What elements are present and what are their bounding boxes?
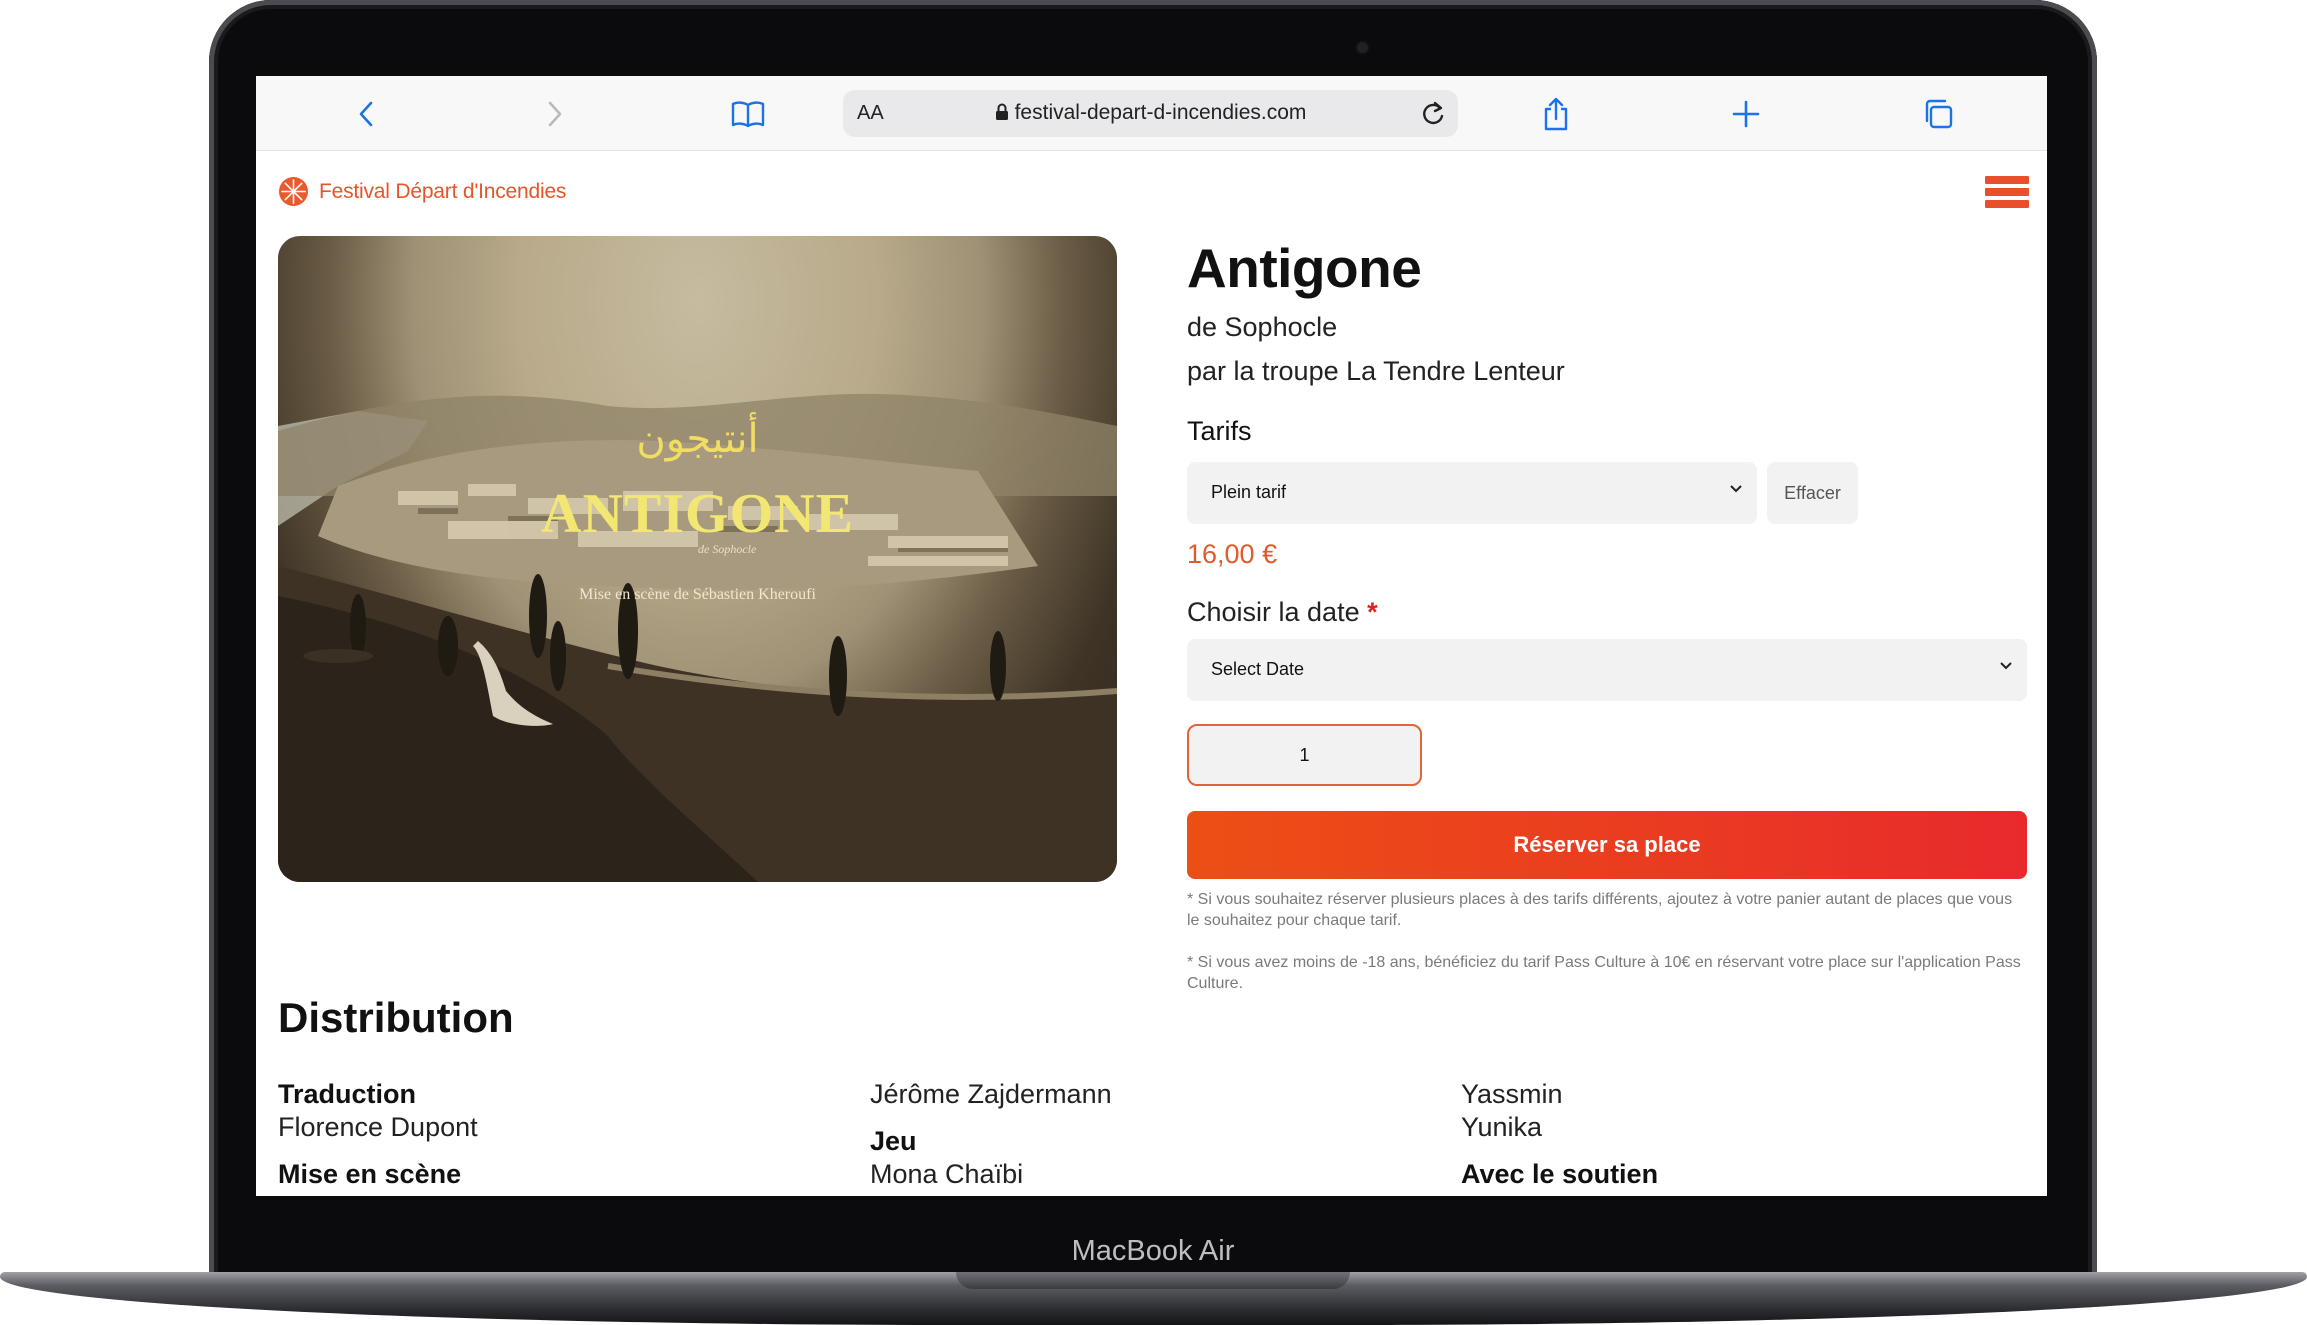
logo-icon xyxy=(278,176,309,207)
tarif-select[interactable]: Plein tarif xyxy=(1187,462,1757,524)
hero-credit: Mise en scène de Sébastien Kheroufi xyxy=(579,586,816,603)
address-bar[interactable]: AA festival-depart-d-incendies.com xyxy=(843,90,1458,137)
bookmarks-icon[interactable] xyxy=(728,94,768,134)
price: 16,00 € xyxy=(1187,539,1278,569)
required-mark: * xyxy=(1367,597,1378,627)
credit-name: Jérôme Zajdermann xyxy=(870,1079,1112,1109)
camera xyxy=(1357,42,1368,53)
laptop-notch xyxy=(956,1272,1350,1289)
plus-icon[interactable] xyxy=(1726,94,1766,134)
note-multiple-tarifs: * Si vous souhaitez réserver plusieurs p… xyxy=(1187,891,2013,929)
hero-image: أنتيجون ANTIGONE de Sophocle Mise en scè… xyxy=(278,236,1117,882)
quantity-input[interactable]: 1 xyxy=(1187,724,1422,786)
credit-name: Mona Chaïbi xyxy=(870,1159,1024,1189)
credit-role: Traduction xyxy=(278,1079,417,1109)
lock-icon xyxy=(995,103,1009,127)
product-troupe: par la troupe La Tendre Lenteur xyxy=(1187,356,1565,386)
hero-arabic-title: أنتيجون xyxy=(636,416,759,462)
device-label: MacBook Air xyxy=(1071,1235,1235,1267)
credit-name: Yassmin xyxy=(1461,1079,1563,1109)
date-label-text: Choisir la date xyxy=(1187,597,1360,627)
product-author: de Sophocle xyxy=(1187,312,1338,342)
tarifs-label: Tarifs xyxy=(1187,416,1252,446)
note-pass-culture: * Si vous avez moins de -18 ans, bénéfic… xyxy=(1187,954,2021,992)
credit-name: Florence Dupont xyxy=(278,1112,478,1142)
url-wrapper: festival-depart-d-incendies.com xyxy=(843,101,1458,127)
reserve-button[interactable]: Réserver sa place xyxy=(1187,811,2027,879)
screen: AA festival-depart-d-incendies.com Festi… xyxy=(256,76,2047,1196)
browser-toolbar: AA festival-depart-d-incendies.com xyxy=(256,76,2047,151)
back-icon[interactable] xyxy=(346,94,386,134)
date-select-value: Select Date xyxy=(1211,659,1305,679)
date-select[interactable]: Select Date xyxy=(1187,639,2027,701)
distribution-title: Distribution xyxy=(278,994,514,1041)
date-label: Choisir la date * xyxy=(1187,597,1378,628)
clear-button[interactable]: Effacer xyxy=(1767,462,1858,524)
tarif-select-value: Plein tarif xyxy=(1211,482,1287,502)
credit-role: Jeu xyxy=(870,1126,917,1156)
site-logo[interactable]: Festival Départ d'Incendies xyxy=(278,176,566,207)
chevron-down-icon xyxy=(1730,485,1742,493)
product-title: Antigone xyxy=(1187,237,1422,299)
tabs-icon[interactable] xyxy=(1918,94,1958,134)
credit-role: Mise en scène xyxy=(278,1159,462,1189)
reload-icon[interactable] xyxy=(1418,99,1448,129)
menu-icon[interactable] xyxy=(1985,176,2029,208)
share-icon[interactable] xyxy=(1536,94,1576,134)
hero-subtitle: de Sophocle xyxy=(698,542,757,556)
chevron-down-icon xyxy=(2000,662,2012,670)
credit-role: Avec le soutien xyxy=(1461,1159,1659,1189)
credit-name: Yunika xyxy=(1461,1112,1543,1142)
forward-icon[interactable] xyxy=(535,94,575,134)
hero-landscape xyxy=(278,393,1117,882)
hero-title: ANTIGONE xyxy=(541,483,854,545)
site-name: Festival Départ d'Incendies xyxy=(319,179,567,203)
url-text: festival-depart-d-incendies.com xyxy=(1014,101,1307,124)
